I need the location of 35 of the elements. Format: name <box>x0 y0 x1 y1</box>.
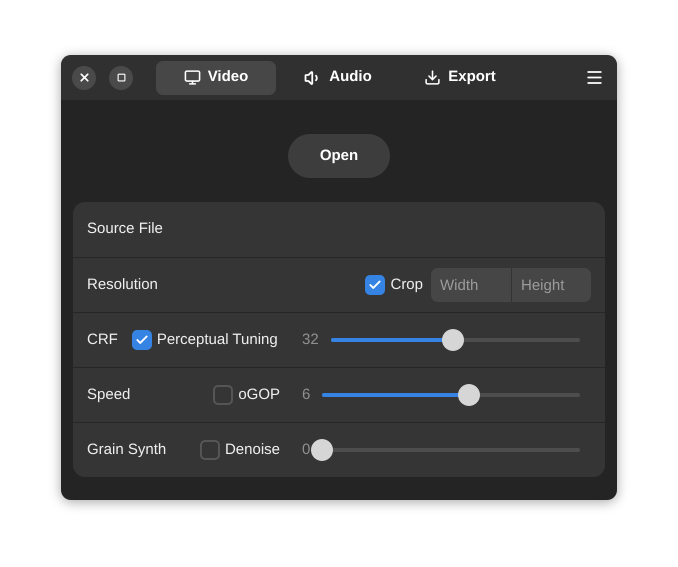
slider-value: 6 <box>302 384 310 405</box>
tab[interactable]: Video <box>156 60 276 94</box>
checkbox-label: Perceptual Tuning <box>156 330 278 350</box>
row-label: Speed <box>87 384 130 405</box>
slider-value: 0 <box>302 440 310 460</box>
input-field[interactable]: Width <box>431 268 511 302</box>
check-icon <box>134 333 149 347</box>
checkbox-label: Denoise <box>224 440 280 460</box>
checkbox-label: oGOP <box>238 384 280 405</box>
close-button[interactable] <box>72 66 96 90</box>
slider-thumb[interactable] <box>311 439 334 461</box>
checkbox-label: Crop <box>390 274 423 295</box>
row-label: Grain Synth <box>87 440 166 460</box>
row-label: Resolution <box>87 274 158 295</box>
row-label: Source File <box>87 219 163 240</box>
close-icon <box>78 71 90 84</box>
check-icon <box>368 278 382 292</box>
input-field[interactable]: Height <box>511 268 591 302</box>
maximize-button[interactable] <box>109 66 133 90</box>
checkbox[interactable] <box>213 385 234 405</box>
monitor-icon <box>184 69 201 86</box>
slider-thumb[interactable] <box>458 384 480 406</box>
square-icon <box>116 73 126 82</box>
slider-thumb[interactable] <box>442 329 464 351</box>
open-button[interactable]: Open <box>288 134 390 178</box>
row-label: CRF <box>87 330 118 350</box>
menu-button[interactable] <box>585 68 604 87</box>
checkbox[interactable] <box>132 330 152 350</box>
download-icon <box>424 69 442 86</box>
tab[interactable]: Export <box>400 60 520 94</box>
slider-value: 32 <box>302 330 319 350</box>
checkbox[interactable] <box>365 275 386 295</box>
checkbox[interactable] <box>200 440 220 460</box>
menu-icon <box>585 68 604 87</box>
tab[interactable]: Audio <box>278 60 398 94</box>
